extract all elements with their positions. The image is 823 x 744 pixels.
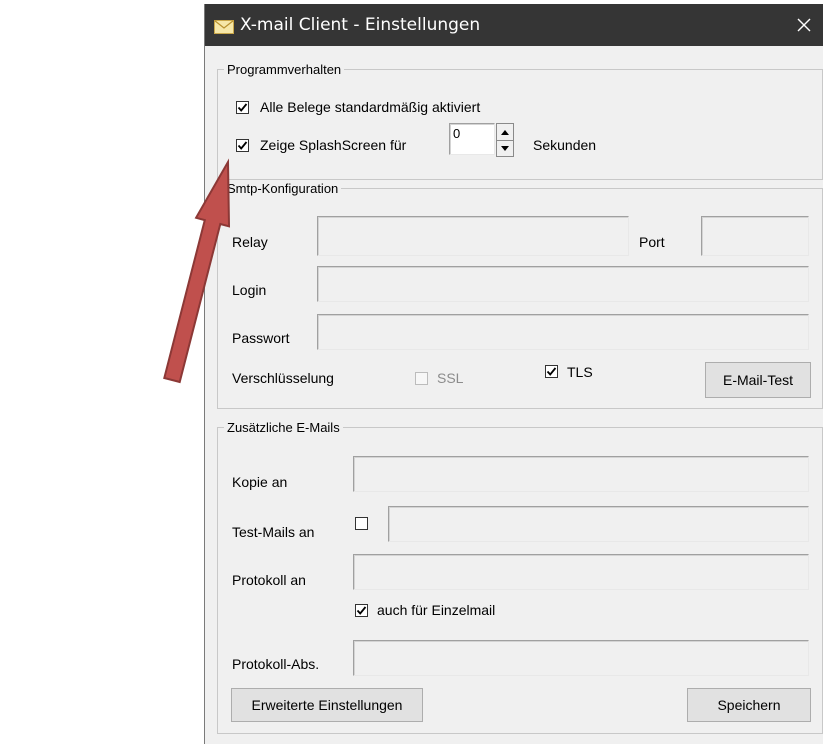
protocol-to-input[interactable]	[353, 554, 809, 590]
check-icon	[237, 141, 248, 150]
splash-seconds-value: 0	[453, 126, 461, 141]
copy-to-label: Kopie an	[232, 474, 288, 490]
check-icon	[356, 606, 367, 615]
title-bar[interactable]: X-mail Client - Einstellungen	[205, 4, 823, 46]
protocol-sender-label: Protokoll-Abs.	[232, 656, 320, 672]
advanced-settings-button[interactable]: Erweiterte Einstellungen	[231, 688, 423, 722]
email-test-button[interactable]: E-Mail-Test	[705, 362, 811, 398]
ssl-checkbox[interactable]	[415, 372, 428, 385]
check-icon	[546, 367, 557, 376]
tls-checkbox[interactable]	[545, 365, 558, 378]
spin-down-button[interactable]	[497, 140, 513, 156]
login-label: Login	[232, 282, 267, 298]
window-title: X-mail Client - Einstellungen	[240, 15, 481, 35]
check-icon	[237, 103, 248, 112]
single-mail-label: auch für Einzelmail	[377, 602, 496, 618]
encryption-label: Verschlüsselung	[232, 370, 334, 386]
login-input[interactable]	[317, 266, 809, 302]
arrow-down-icon	[501, 145, 509, 151]
test-mails-checkbox[interactable]	[355, 517, 368, 530]
password-label: Passwort	[232, 330, 290, 346]
all-receipts-label: Alle Belege standardmäßig aktiviert	[260, 99, 481, 115]
test-mails-input[interactable]	[388, 506, 809, 542]
splash-checkbox[interactable]	[236, 139, 249, 152]
single-mail-checkbox[interactable]	[355, 604, 368, 617]
group-programmverhalten: Programmverhalten	[217, 62, 823, 180]
splash-seconds-spinner[interactable]	[496, 123, 514, 157]
close-button[interactable]	[784, 4, 823, 46]
protocol-to-label: Protokoll an	[232, 572, 306, 588]
group-legend-smtp: Smtp-Konfiguration	[227, 181, 339, 196]
relay-input[interactable]	[317, 216, 629, 256]
copy-to-input[interactable]	[353, 456, 809, 492]
envelope-icon	[214, 20, 234, 37]
arrow-up-icon	[501, 129, 509, 135]
group-legend-extra: Zusätzliche E-Mails	[227, 420, 340, 435]
settings-window: X-mail Client - Einstellungen Programmve…	[204, 4, 823, 744]
ssl-label: SSL	[437, 370, 464, 386]
splash-seconds-input[interactable]: 0	[449, 123, 495, 155]
relay-label: Relay	[232, 234, 268, 250]
port-input[interactable]	[701, 216, 809, 256]
port-label: Port	[639, 234, 665, 250]
close-icon	[797, 18, 811, 32]
screenshot-stage: X-mail Client - Einstellungen Programmve…	[0, 0, 823, 744]
splash-label: Zeige SplashScreen für	[260, 137, 407, 153]
tls-label: TLS	[567, 364, 593, 380]
save-button[interactable]: Speichern	[687, 688, 811, 722]
dialog-client-area: Programmverhalten Alle Belege standardmä…	[205, 46, 823, 744]
group-legend-programmverhalten: Programmverhalten	[227, 62, 342, 77]
protocol-sender-input[interactable]	[353, 640, 809, 676]
all-receipts-checkbox[interactable]	[236, 101, 249, 114]
spin-up-button[interactable]	[497, 124, 513, 141]
password-input[interactable]	[317, 314, 809, 350]
splash-unit-label: Sekunden	[533, 137, 597, 153]
test-mails-label: Test-Mails an	[232, 524, 315, 540]
